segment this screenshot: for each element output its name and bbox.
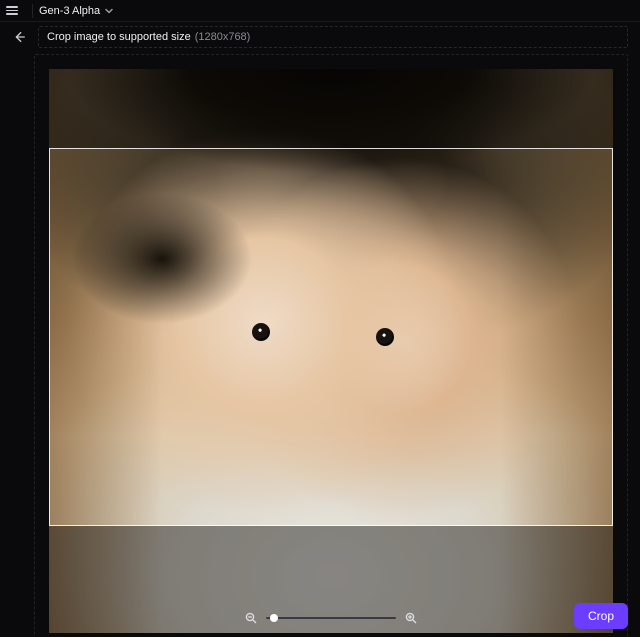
- zoom-out-icon: [245, 612, 257, 624]
- action-bar: Crop: [574, 603, 628, 629]
- zoom-in-button[interactable]: [404, 611, 418, 625]
- crop-shade-top: [49, 69, 613, 148]
- page-title-box: Crop image to supported size (1280x768): [38, 26, 628, 48]
- zoom-out-button[interactable]: [244, 611, 258, 625]
- model-picker[interactable]: Gen-3 Alpha: [39, 5, 114, 17]
- chevron-down-icon: [104, 6, 114, 16]
- arrow-left-icon: [12, 30, 26, 44]
- divider: [32, 4, 33, 18]
- zoom-in-icon: [405, 612, 417, 624]
- zoom-slider[interactable]: [266, 613, 396, 623]
- work-area: [34, 54, 628, 637]
- image-canvas: [49, 69, 613, 633]
- subheader: Crop image to supported size (1280x768): [0, 22, 640, 52]
- model-label: Gen-3 Alpha: [39, 5, 100, 17]
- menu-icon[interactable]: [6, 3, 22, 19]
- top-bar: Gen-3 Alpha: [0, 0, 640, 22]
- crop-button[interactable]: Crop: [574, 603, 628, 629]
- page-title-size: (1280x768): [195, 31, 251, 43]
- crop-rectangle[interactable]: [49, 148, 613, 526]
- zoom-controls: [244, 611, 418, 625]
- back-button[interactable]: [10, 28, 28, 46]
- zoom-slider-knob[interactable]: [270, 614, 278, 622]
- page-title: Crop image to supported size: [47, 31, 191, 43]
